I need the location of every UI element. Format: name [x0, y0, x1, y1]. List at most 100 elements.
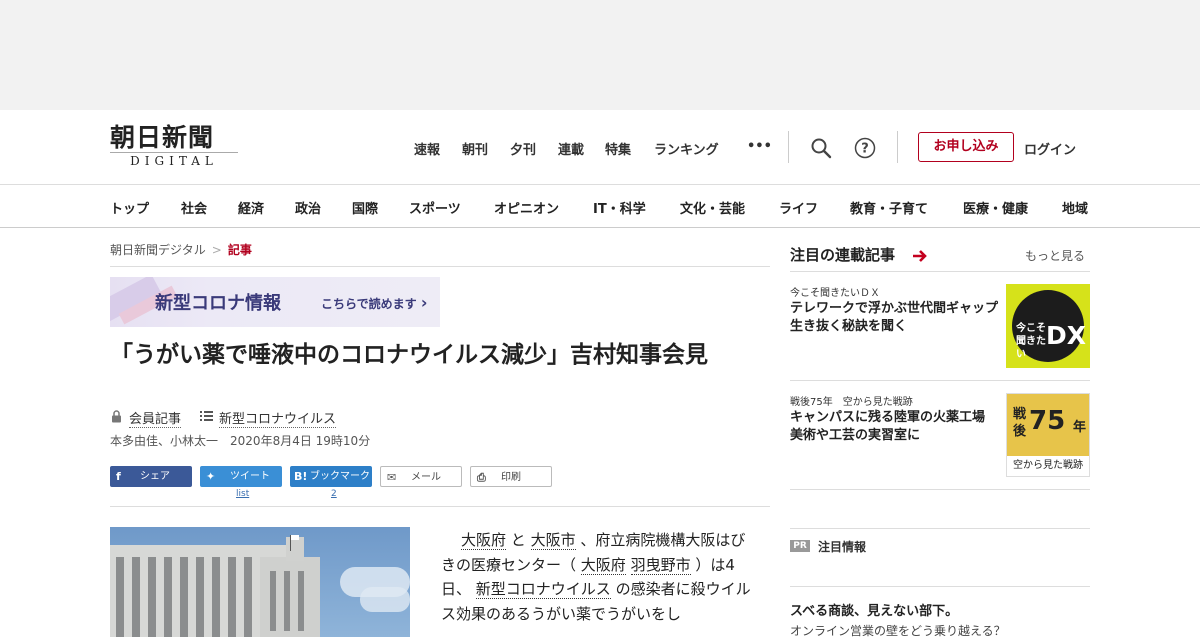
topnav-choukan[interactable]: 朝刊 — [462, 139, 488, 158]
cat-life[interactable]: ライフ — [779, 198, 818, 217]
topic-tag[interactable]: 新型コロナウイルス — [219, 408, 337, 428]
see-more-link[interactable]: もっと見る — [1025, 247, 1085, 264]
topnav-tokushu[interactable]: 特集 — [605, 139, 631, 158]
banner-link-text: こちらで読めます › — [321, 293, 428, 312]
thumbnail-text: 年 — [1073, 420, 1087, 435]
topnav-ranking[interactable]: ランキング — [654, 139, 719, 158]
cat-top[interactable]: トップ — [110, 198, 149, 217]
svg-text:?: ? — [861, 142, 869, 157]
hatena-count[interactable]: 2 — [331, 489, 337, 499]
chevron-right-icon: › — [420, 293, 428, 312]
series-thumbnail[interactable]: 今こそ聞きたい DX — [1006, 284, 1090, 368]
article-byline: 本多由佳、小林太一 2020年8月4日 19時10分 — [110, 432, 370, 449]
series-article-title[interactable]: キャンパスに残る陸軍の火薬工場 美術や工芸の実習室に — [790, 409, 1005, 445]
twitter-count[interactable]: list — [236, 489, 249, 499]
facebook-icon: f — [116, 470, 121, 483]
body-text: と — [506, 531, 531, 549]
category-nav: トップ 社会 経済 政治 国際 スポーツ オピニオン IT・科学 文化・芸能 ラ… — [0, 184, 1200, 228]
series-article-title[interactable]: テレワークで浮かぶ世代間ギャップ 生き抜く秘訣を聞く — [790, 300, 1011, 336]
header-divider — [897, 131, 898, 163]
print-icon: ⎙ — [477, 471, 486, 484]
hatena-icon: B! — [294, 470, 308, 483]
series-thumbnail[interactable]: 戦後 75 年 空から見た戦跡 — [1006, 393, 1090, 477]
search-icon[interactable] — [810, 137, 832, 159]
topnav-yuukan[interactable]: 夕刊 — [510, 139, 536, 158]
thumbnail-text: 今こそ聞きたい — [1016, 323, 1046, 360]
twitter-share-label: ツイート — [230, 471, 270, 482]
article-headline: 「うがい薬で唾液中のコロナウイルス減少」吉村知事会見 — [110, 342, 708, 368]
facebook-share-label: シェア — [140, 471, 170, 482]
divider — [790, 380, 1090, 381]
help-icon[interactable]: ? — [854, 137, 876, 159]
banner-title: 新型コロナ情報 — [155, 293, 281, 314]
cat-international[interactable]: 国際 — [352, 198, 378, 217]
divider — [790, 271, 1090, 272]
facebook-share-button[interactable]: f シェア — [110, 466, 192, 487]
logo-main-text: 朝日新聞 — [110, 123, 215, 152]
login-link[interactable]: ログイン — [1024, 139, 1076, 158]
link-osaka-city[interactable]: 大阪市 — [530, 531, 576, 550]
link-habikino-city[interactable]: 羽曳野市 — [630, 555, 691, 575]
mail-icon: ✉ — [387, 471, 397, 484]
breadcrumb-current: 記事 — [227, 243, 252, 257]
hatena-bookmark-button[interactable]: B! ブックマーク — [290, 466, 372, 487]
sidebar-heading[interactable]: 注目の連載記事 — [790, 244, 895, 265]
article-authors: 本多由佳、小林太一 — [110, 434, 219, 448]
article-date: 2020年8月4日 19時10分 — [230, 434, 371, 448]
breadcrumb-separator: > — [211, 243, 222, 257]
pr-badge: PR — [790, 540, 810, 552]
divider — [790, 489, 1090, 490]
article-photo[interactable] — [110, 527, 410, 637]
cat-opinion[interactable]: オピニオン — [494, 198, 559, 217]
divider — [110, 506, 770, 507]
article-body: 大阪府 と 大阪市 、府立病院機構大阪はびきの医療センター（ 大阪府 羽曳野市 … — [441, 528, 753, 626]
twitter-share-button[interactable]: ✦ ツイート — [200, 466, 282, 487]
print-button[interactable]: ⎙ 印刷 — [470, 466, 552, 487]
top-ad-slot — [0, 0, 1200, 110]
cat-health[interactable]: 医療・健康 — [963, 198, 1028, 217]
header-divider — [788, 131, 789, 163]
arrow-right-icon — [913, 250, 927, 262]
thumbnail-text: DX — [1046, 321, 1087, 350]
list-icon — [200, 411, 213, 421]
link-coronavirus[interactable]: 新型コロナウイルス — [475, 580, 611, 599]
asahi-logo[interactable]: 朝日新聞 DIGITAL — [110, 124, 240, 170]
print-label: 印刷 — [501, 472, 521, 483]
topnav-more-icon[interactable]: ••• — [747, 139, 772, 154]
series-tag[interactable]: 今こそ聞きたいＤＸ — [790, 284, 880, 299]
thumbnail-text: 75 — [1029, 406, 1066, 436]
subscribe-button[interactable]: お申し込み — [918, 132, 1014, 162]
mail-share-button[interactable]: ✉ メール — [380, 466, 462, 487]
divider — [790, 586, 1090, 587]
lock-icon — [112, 410, 121, 423]
topnav-rensai[interactable]: 連載 — [558, 139, 584, 158]
divider — [790, 528, 1090, 529]
link-osaka-pref[interactable]: 大阪府 — [580, 555, 626, 575]
cat-local[interactable]: 地域 — [1062, 198, 1088, 217]
cat-economy[interactable]: 経済 — [238, 198, 264, 217]
pr-section-label: 注目情報 — [818, 540, 867, 554]
hatena-bookmark-label: ブックマーク — [310, 471, 370, 482]
thumbnail-caption: 空から見た戦跡 — [1013, 460, 1083, 471]
pr-article-subtitle[interactable]: オンライン営業の壁をどう乗り越える？ — [790, 622, 1006, 639]
cat-it-science[interactable]: IT・科学 — [593, 198, 646, 217]
cat-politics[interactable]: 政治 — [295, 198, 321, 217]
mail-share-label: メール — [411, 472, 441, 483]
twitter-icon: ✦ — [206, 470, 216, 483]
topnav-sokuhou[interactable]: 速報 — [414, 139, 440, 158]
cat-sports[interactable]: スポーツ — [409, 198, 461, 217]
thumbnail-text: 戦後 — [1013, 407, 1027, 439]
pr-article-title[interactable]: スベる商談、見えない部下。 — [790, 600, 958, 619]
link-osaka-pref[interactable]: 大阪府 — [461, 531, 507, 550]
logo-sub-text: DIGITAL — [110, 152, 238, 169]
cat-society[interactable]: 社会 — [181, 198, 207, 217]
series-tag[interactable]: 戦後75年 空から見た戦跡 — [790, 393, 913, 408]
breadcrumb-home[interactable]: 朝日新聞デジタル — [110, 243, 206, 257]
cat-culture[interactable]: 文化・芸能 — [680, 198, 745, 217]
breadcrumb: 朝日新聞デジタル > 記事 — [110, 241, 252, 258]
member-article-tag[interactable]: 会員記事 — [129, 408, 182, 428]
body-text — [626, 556, 631, 574]
corona-info-banner[interactable]: 新型コロナ情報 こちらで読めます › — [110, 277, 440, 327]
divider — [110, 266, 770, 267]
cat-education[interactable]: 教育・子育て — [850, 198, 928, 217]
